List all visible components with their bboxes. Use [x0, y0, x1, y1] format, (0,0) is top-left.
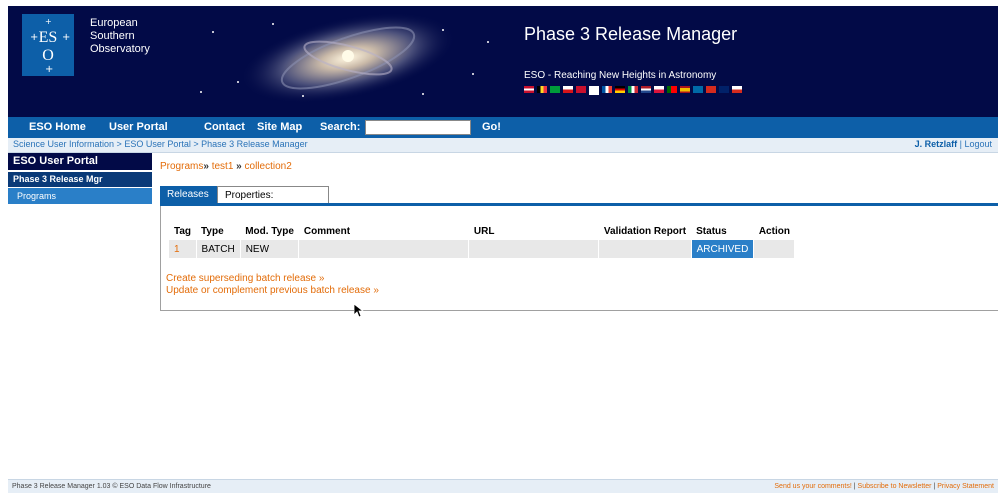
- footer-privacy-link[interactable]: Privacy Statement: [937, 483, 994, 490]
- tag-cell[interactable]: 1: [169, 240, 197, 258]
- search-input[interactable]: [365, 120, 471, 135]
- flag-italy-icon[interactable]: [628, 86, 638, 93]
- mouse-cursor-icon: [353, 303, 365, 321]
- table-row: 1 BATCH NEW ARCHIVED: [169, 240, 796, 258]
- breadcrumb: Science User Information > ESO User Port…: [13, 139, 308, 149]
- footer: Phase 3 Release Manager 1.03 © ESO Data …: [8, 479, 998, 493]
- release-links: Create superseding batch release » Updat…: [166, 273, 379, 297]
- tab-releases[interactable]: Releases: [160, 186, 217, 203]
- flag-brazil-icon[interactable]: [550, 86, 560, 93]
- column-header: Validation Report: [603, 225, 687, 237]
- content-breadcrumb: Programs» test1 » collection2: [160, 161, 292, 172]
- column-header: URL: [473, 225, 495, 237]
- releases-panel: Tag Type Mod. Type Comment URL Validatio…: [160, 206, 998, 311]
- page: ES O + + + + European Southern Observato…: [8, 6, 998, 493]
- svg-text:+: +: [30, 32, 38, 43]
- nav-site-map[interactable]: Site Map: [257, 121, 302, 133]
- validation-report-cell: [598, 240, 692, 258]
- svg-text:+: +: [45, 64, 53, 75]
- flag-germany-icon[interactable]: [615, 86, 625, 93]
- footer-links: Send us your comments! | Subscribe to Ne…: [774, 480, 994, 493]
- eso-logo-icon: ES O + + + +: [30, 17, 70, 75]
- crumb-programs[interactable]: Programs: [160, 161, 203, 172]
- svg-text:O: O: [42, 47, 54, 64]
- breadcrumb-item[interactable]: Science User Information: [13, 139, 114, 149]
- svg-text:+: +: [45, 17, 52, 26]
- svg-text:ES: ES: [39, 29, 58, 46]
- crumb-test1[interactable]: test1: [212, 161, 234, 172]
- flag-netherlands-icon[interactable]: [641, 86, 651, 93]
- flag-czech-icon[interactable]: [563, 86, 573, 93]
- type-cell: BATCH: [196, 240, 241, 258]
- nav-eso-home[interactable]: ESO Home: [29, 121, 86, 133]
- column-header: Mod. Type: [245, 225, 294, 237]
- galaxy-banner-image: [183, 12, 513, 106]
- search-label: Search:: [320, 121, 361, 133]
- releases-table: Tag Type Mod. Type Comment URL Validatio…: [169, 222, 796, 258]
- breadcrumb-separator: >: [190, 139, 202, 149]
- footer-comments-link[interactable]: Send us your comments!: [774, 483, 851, 490]
- sidebar-header[interactable]: ESO User Portal: [8, 153, 152, 170]
- flag-denmark-icon[interactable]: [576, 86, 586, 93]
- crumb-separator: »: [236, 161, 242, 172]
- flag-sweden-icon[interactable]: [693, 86, 703, 93]
- tagline: ESO - Reaching New Heights in Astronomy: [524, 70, 717, 81]
- flag-belgium-icon[interactable]: [537, 86, 547, 93]
- breadcrumb-item[interactable]: Phase 3 Release Manager: [201, 139, 308, 149]
- mod-type-cell: NEW: [240, 240, 300, 258]
- breadcrumb-separator: >: [114, 139, 125, 149]
- column-header: Comment: [303, 225, 351, 237]
- org-name-line: Southern: [90, 30, 135, 42]
- tab-properties[interactable]: Properties: collection2: [217, 186, 329, 218]
- logout-link[interactable]: Logout: [964, 139, 992, 149]
- org-name-line: Observatory: [90, 43, 150, 55]
- breadcrumb-bar: Science User Information > ESO User Port…: [8, 138, 998, 153]
- org-name: European Southern Observatory: [90, 17, 150, 56]
- crumb-collection2[interactable]: collection2: [245, 161, 292, 172]
- footer-copyright: Phase 3 Release Manager 1.03 © ESO Data …: [12, 483, 211, 490]
- svg-text:+: +: [62, 32, 70, 43]
- sidebar-item-programs[interactable]: Programs: [8, 188, 152, 204]
- column-header: Action: [758, 225, 790, 237]
- app-title: Phase 3 Release Manager: [524, 24, 738, 44]
- flag-switzerland-icon[interactable]: [706, 86, 716, 93]
- update-previous-release-link[interactable]: Update or complement previous batch rele…: [166, 285, 379, 297]
- status-badge: ARCHIVED: [691, 240, 755, 258]
- flag-austria-icon[interactable]: [524, 86, 534, 93]
- comment-cell: [298, 240, 470, 258]
- flag-chile-icon[interactable]: [732, 86, 742, 93]
- sidebar-subheader[interactable]: Phase 3 Release Mgr: [8, 172, 152, 187]
- flag-portugal-icon[interactable]: [667, 86, 677, 93]
- flag-finland-icon[interactable]: [589, 86, 599, 95]
- footer-newsletter-link[interactable]: Subscribe to Newsletter: [858, 483, 932, 490]
- crumb-separator: »: [203, 161, 209, 172]
- create-superseding-release-link[interactable]: Create superseding batch release »: [166, 273, 379, 285]
- flag-poland-icon[interactable]: [654, 86, 664, 93]
- org-name-line: European: [90, 17, 138, 29]
- breadcrumb-item[interactable]: ESO User Portal: [124, 139, 191, 149]
- language-flags: [524, 86, 742, 95]
- flag-spain-icon[interactable]: [680, 86, 690, 93]
- column-header: Status: [696, 225, 727, 237]
- nav-user-portal[interactable]: User Portal: [109, 121, 168, 133]
- eso-logo[interactable]: ES O + + + +: [22, 14, 74, 76]
- column-header: Type: [201, 225, 224, 237]
- flag-uk-icon[interactable]: [719, 86, 729, 93]
- sidebar: ESO User Portal Phase 3 Release Mgr Prog…: [8, 153, 152, 204]
- user-name[interactable]: J. Retzlaff: [915, 139, 958, 149]
- search-go-button[interactable]: Go!: [482, 121, 501, 133]
- main-nav: ESO Home User Portal Contact Site Map Se…: [8, 117, 998, 138]
- url-cell: [468, 240, 600, 258]
- action-cell: [753, 240, 796, 258]
- site-header: ES O + + + + European Southern Observato…: [8, 6, 998, 117]
- table-header-row: Tag Type Mod. Type Comment URL Validatio…: [169, 222, 795, 240]
- nav-contact[interactable]: Contact: [204, 121, 245, 133]
- flag-france-icon[interactable]: [602, 86, 612, 93]
- user-box: J. Retzlaff | Logout: [915, 139, 992, 149]
- column-header: Tag: [174, 225, 192, 237]
